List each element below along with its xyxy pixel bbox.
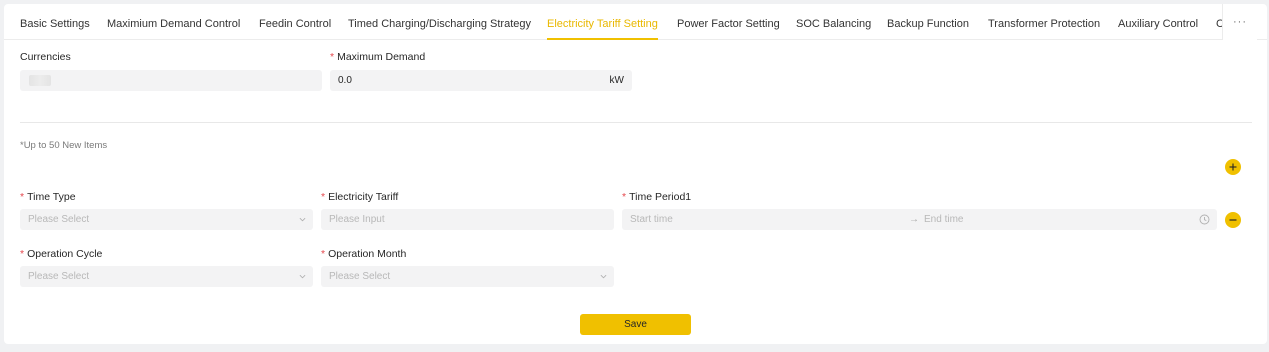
remove-item-button[interactable] [1225, 212, 1241, 228]
operation-cycle-label: * Operation Cycle [20, 248, 102, 260]
tab-power-factor-setting[interactable]: Power Factor Setting [677, 4, 780, 40]
minus-circle-icon [1229, 219, 1237, 221]
tab-bar: Basic Settings Maximium Demand Control F… [4, 4, 1267, 40]
operation-month-label-text: Operation Month [328, 248, 407, 260]
required-mark: * [20, 248, 25, 260]
tab-maximum-demand-control[interactable]: Maximium Demand Control [107, 4, 240, 40]
tab-soc-balancing[interactable]: SOC Balancing [796, 4, 871, 40]
operation-month-select[interactable]: Please Select [321, 266, 614, 287]
tab-backup-function[interactable]: Backup Function [887, 4, 969, 40]
max-demand-label-text: Maximum Demand [337, 51, 426, 63]
time-type-placeholder: Please Select [28, 214, 90, 225]
tab-basic-settings[interactable]: Basic Settings [20, 4, 90, 40]
settings-card: Basic Settings Maximium Demand Control F… [4, 4, 1267, 344]
time-period-range-picker[interactable]: Start time → End time [622, 209, 1217, 230]
operation-month-placeholder: Please Select [329, 271, 391, 282]
chevron-down-icon [299, 274, 306, 279]
end-time-input[interactable]: End time [924, 209, 963, 230]
range-arrow-icon: → [909, 214, 919, 225]
tab-more-button[interactable]: ··· [1222, 4, 1257, 40]
operation-month-label: * Operation Month [321, 248, 406, 260]
tab-transformer-protection[interactable]: Transformer Protection [988, 4, 1100, 40]
time-type-label-text: Time Type [27, 191, 76, 203]
save-button[interactable]: Save [580, 314, 691, 335]
add-item-button[interactable] [1225, 159, 1241, 175]
plus-circle-icon [1229, 163, 1237, 171]
clock-icon [1199, 214, 1210, 225]
tariff-label: * Electricity Tariff [321, 191, 398, 203]
tab-electricity-tariff-setting[interactable]: Electricity Tariff Setting [547, 4, 658, 40]
tariff-placeholder: Please Input [329, 214, 385, 225]
max-demand-input[interactable]: 0.0 kW [330, 70, 632, 91]
operation-cycle-select[interactable]: Please Select [20, 266, 313, 287]
start-time-input[interactable]: Start time [630, 214, 673, 225]
required-mark: * [321, 248, 326, 260]
tariff-label-text: Electricity Tariff [328, 191, 399, 203]
max-demand-label: * Maximum Demand [330, 51, 425, 63]
tab-feedin-control[interactable]: Feedin Control [259, 4, 331, 40]
tariff-input[interactable]: Please Input [321, 209, 614, 230]
time-period-label-text: Time Period1 [629, 191, 692, 203]
required-mark: * [20, 191, 25, 203]
required-mark: * [321, 191, 326, 203]
max-demand-value: 0.0 [338, 75, 352, 86]
items-limit-note: *Up to 50 New Items [20, 140, 108, 151]
time-type-select[interactable]: Please Select [20, 209, 313, 230]
chevron-down-icon [299, 217, 306, 222]
required-mark: * [330, 51, 335, 63]
section-divider [20, 122, 1252, 123]
tab-auxiliary-control[interactable]: Auxiliary Control [1118, 4, 1198, 40]
currencies-label: Currencies [20, 51, 71, 63]
currencies-select[interactable] [20, 70, 322, 91]
tab-timed-charging-strategy[interactable]: Timed Charging/Discharging Strategy [348, 4, 531, 40]
max-demand-unit: kW [609, 75, 624, 86]
operation-cycle-placeholder: Please Select [28, 271, 90, 282]
time-type-label: * Time Type [20, 191, 76, 203]
redacted-value [29, 75, 51, 86]
chevron-down-icon [600, 274, 607, 279]
required-mark: * [622, 191, 627, 203]
operation-cycle-label-text: Operation Cycle [27, 248, 103, 260]
time-period-label: * Time Period1 [622, 191, 691, 203]
